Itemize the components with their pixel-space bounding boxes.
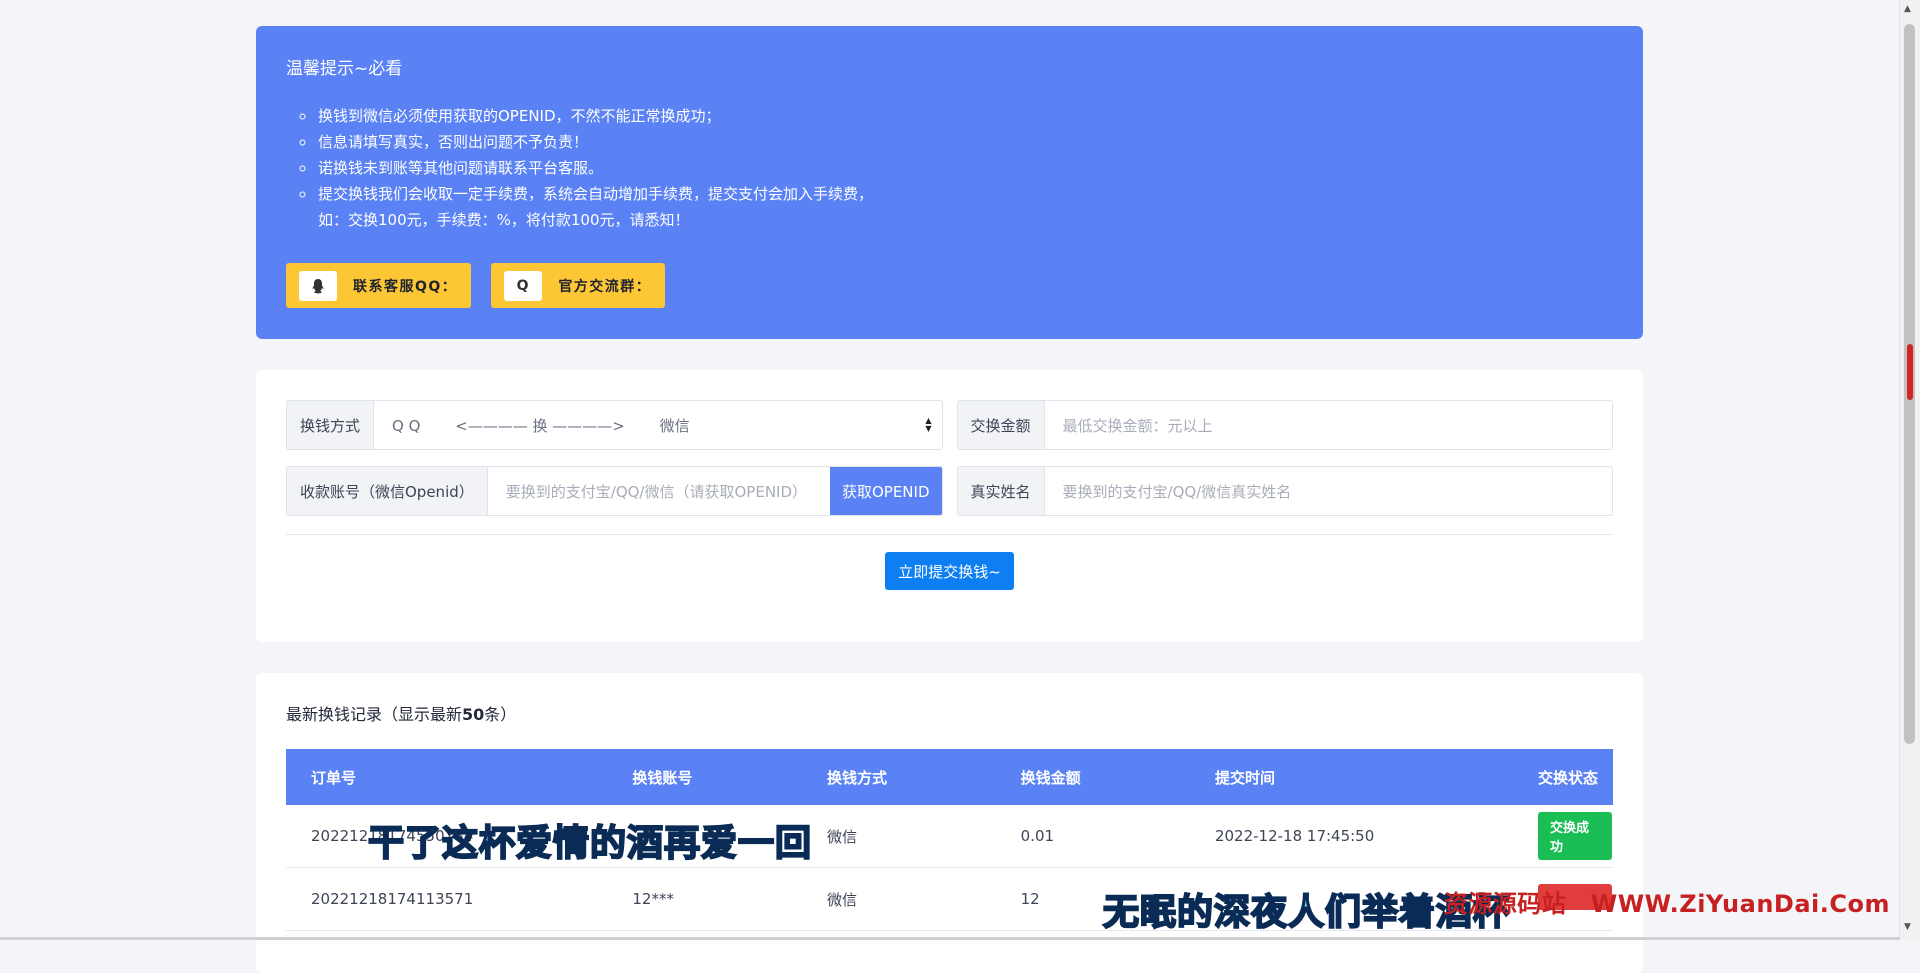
cell-time: 2022-12-18 17:45:50 (1189, 805, 1513, 868)
records-title-prefix: 最新换钱记录（显示最新 (286, 705, 463, 724)
amount-group: 交换金额 最低交换金额：元以上 (956, 400, 1613, 450)
method-label: 换钱方式 (287, 401, 375, 449)
submit-wrap: 立即提交换钱~ (286, 552, 1613, 590)
status-badge: 交换成功 (1538, 812, 1612, 860)
form-row: 收款账号（微信Openid） 要换到的支付宝/QQ/微信（请获取OPENID） … (286, 466, 1613, 516)
method-select-value: Q Q <———— 换 ————> 微信 (392, 416, 690, 435)
qq-group-icon: Q (504, 270, 543, 301)
get-openid-button[interactable]: 获取OPENID (829, 467, 942, 515)
qq-penguin-icon (299, 270, 337, 301)
official-group-button[interactable]: Q 官方交流群： (491, 263, 666, 308)
col-status: 交换状态 (1538, 768, 1599, 787)
col-order: 订单号 (311, 768, 357, 787)
cell-account: 12*** (607, 867, 802, 931)
account-group: 收款账号（微信Openid） 要换到的支付宝/QQ/微信（请获取OPENID） … (286, 466, 943, 516)
scroll-down-icon[interactable]: ▼ (1904, 922, 1911, 932)
form-divider (286, 534, 1613, 535)
col-account: 换钱账号 (632, 768, 693, 787)
form-row: 换钱方式 Q Q <———— 换 ————> 微信 ▲ ▼ 交换金额 最低交换金额… (286, 400, 1613, 450)
amount-input[interactable]: 最低交换金额：元以上 (1045, 401, 1612, 449)
name-label: 真实姓名 (957, 467, 1045, 515)
cell-status: 交换成功 (1513, 805, 1613, 868)
name-input[interactable]: 要换到的支付宝/QQ/微信真实姓名 (1045, 467, 1612, 515)
table-header-row: 订单号 换钱账号 换钱方式 换钱金额 提交时间 交换状态 (286, 749, 1613, 805)
amount-label: 交换金额 (957, 401, 1045, 449)
records-title-suffix: 条） (484, 705, 517, 724)
records-title-count: 50 (462, 705, 485, 724)
contact-qq-button[interactable]: 联系客服QQ： (286, 263, 472, 308)
notice-item: 换钱到微信必须使用获取的OPENID，不然不能正常换成功； (316, 103, 1613, 129)
lyric-overlay-1: 干了这杯爱情的酒再爱一回 (367, 822, 813, 865)
method-select[interactable]: Q Q <———— 换 ————> 微信 ▲ ▼ (374, 401, 941, 449)
notice-item-text: 提交换钱我们会收取一定手续费，系统会自动增加手续费，提交支付会加入手续费， (318, 185, 874, 203)
records-title: 最新换钱记录（显示最新50条） (286, 701, 1613, 725)
notice-item: 提交换钱我们会收取一定手续费，系统会自动增加手续费，提交支付会加入手续费， 如：交… (316, 181, 1613, 233)
account-input[interactable]: 要换到的支付宝/QQ/微信（请获取OPENID） (488, 467, 830, 515)
exchange-form-card: 换钱方式 Q Q <———— 换 ————> 微信 ▲ ▼ 交换金额 最低交换金额… (256, 370, 1643, 642)
cell-order: 20221218174113571 (286, 867, 608, 931)
notice-card: 温馨提示~必看 换钱到微信必须使用获取的OPENID，不然不能正常换成功； 信息… (256, 26, 1643, 339)
official-group-label: 官方交流群： (558, 278, 652, 295)
col-amount: 换钱金额 (1020, 768, 1081, 787)
notice-item: 诺换钱未到账等其他问题请联系平台客服。 (316, 155, 1613, 181)
scroll-up-icon[interactable]: ▲ (1904, 4, 1911, 14)
scroll-marker (1907, 344, 1913, 400)
cell-amount: 0.01 (995, 805, 1190, 868)
contact-qq-label: 联系客服QQ： (353, 278, 458, 295)
contact-buttons: 联系客服QQ： Q 官方交流群： (286, 263, 1613, 308)
watermark-text: 资源源码站 WWW.ZiYuanDai.Com (1443, 890, 1890, 918)
col-method: 换钱方式 (826, 768, 887, 787)
cell-method: 微信 (801, 805, 996, 868)
select-arrows-icon: ▲ ▼ (925, 416, 932, 433)
notice-item: 信息请填写真实，否则出问题不予负责！ (316, 129, 1613, 155)
notice-item-text-cont: 如：交换100元，手续费：%，将付款100元，请悉知！ (318, 211, 690, 229)
submit-button[interactable]: 立即提交换钱~ (885, 552, 1014, 590)
account-label: 收款账号（微信Openid） (287, 467, 488, 515)
cell-method: 微信 (801, 867, 996, 931)
name-group: 真实姓名 要换到的支付宝/QQ/微信真实姓名 (956, 466, 1613, 516)
notice-list: 换钱到微信必须使用获取的OPENID，不然不能正常换成功； 信息请填写真实，否则… (286, 103, 1613, 233)
notice-title: 温馨提示~必看 (286, 59, 403, 79)
vertical-scrollbar[interactable]: ▲ ▼ (1899, 0, 1920, 940)
method-group: 换钱方式 Q Q <———— 换 ————> 微信 ▲ ▼ (286, 400, 943, 450)
col-time: 提交时间 (1214, 768, 1275, 787)
